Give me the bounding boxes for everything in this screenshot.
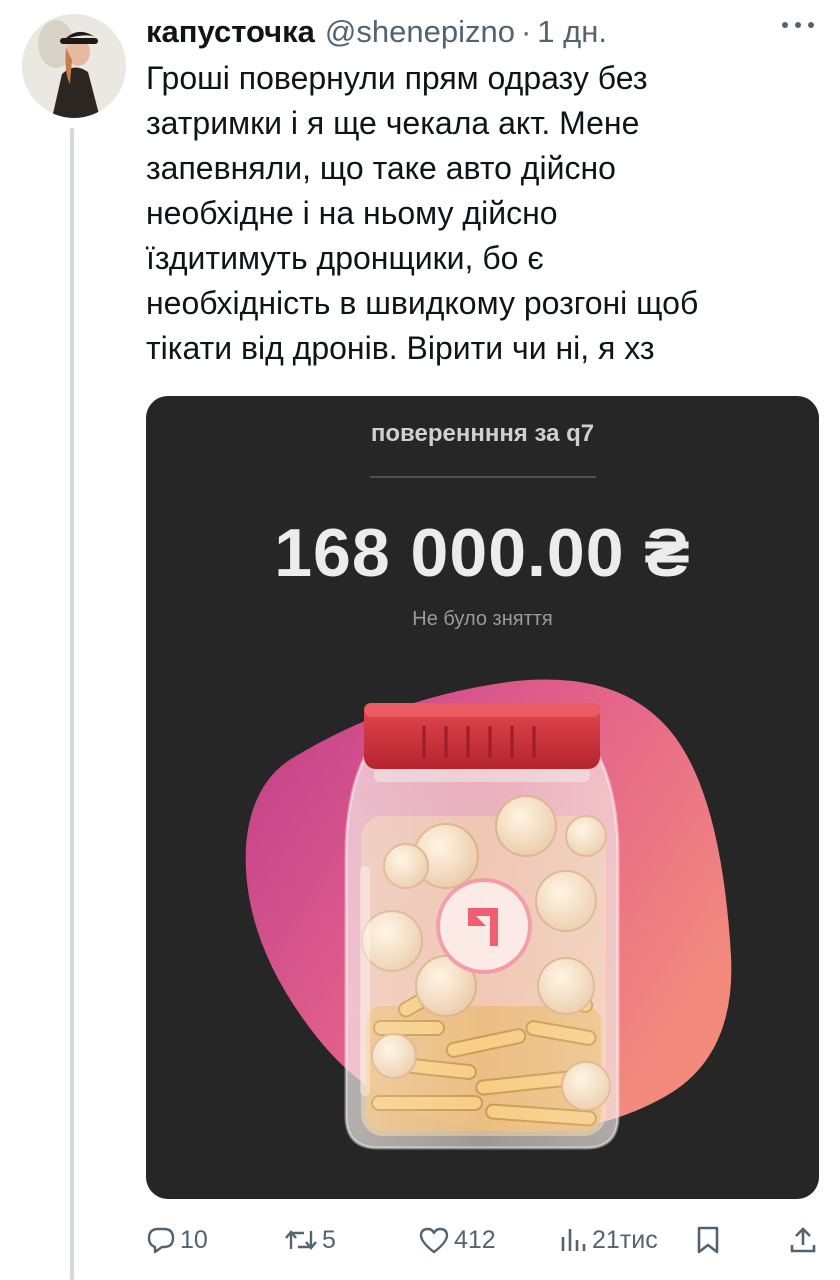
views-count: 21тис: [592, 1225, 658, 1254]
tweet-time[interactable]: 1 дн.: [537, 14, 607, 50]
share-button[interactable]: [788, 1218, 818, 1262]
author-handle[interactable]: @shenepizno: [325, 14, 515, 50]
tweet-text-line: необхідність в швидкому розгоні щоб: [146, 285, 699, 321]
tweet-actions: 10 5 412 21тис: [146, 1218, 826, 1262]
retweet-count: 5: [322, 1225, 336, 1254]
tweet-text-line: запевняли, що таке авто дійсно: [146, 150, 616, 186]
like-button[interactable]: 412: [418, 1218, 496, 1262]
tweet-text-line: їздитимуть дронщики, бо є: [146, 240, 544, 276]
like-count: 412: [454, 1225, 496, 1254]
author-name[interactable]: капусточка: [146, 14, 315, 50]
tweet-media-image[interactable]: повереннння за q7 168 000.00 ₴ Не було з…: [146, 396, 819, 1199]
reply-count: 10: [180, 1225, 208, 1254]
tweet-text-line: необхідне і на ньому дійсно: [146, 195, 558, 231]
tweet-text: Гроші повернули прям одразу без затримки…: [146, 56, 816, 371]
like-icon: [419, 1227, 449, 1254]
retweet-button[interactable]: 5: [284, 1218, 336, 1262]
reply-icon: [147, 1227, 175, 1254]
more-icon[interactable]: [782, 20, 814, 30]
tweet-text-line: затримки і я ще чекала акт. Мене: [146, 105, 640, 141]
reply-button[interactable]: 10: [146, 1218, 208, 1262]
views-icon: [561, 1229, 586, 1251]
tweet-text-line: тікати від дронів. Вірити чи ні, я хз: [146, 330, 655, 366]
retweet-icon: [285, 1230, 317, 1250]
bookmark-button[interactable]: [694, 1218, 722, 1262]
bookmark-icon: [697, 1226, 719, 1254]
tweet-header: капусточка @shenepizno · 1 дн.: [146, 12, 840, 52]
media-divider: [370, 476, 596, 478]
views-button[interactable]: 21тис: [558, 1218, 658, 1262]
media-amount: 168 000.00 ₴: [274, 515, 691, 591]
header-separator: ·: [520, 14, 532, 49]
share-icon: [790, 1227, 816, 1253]
thread-line: [70, 128, 74, 1280]
avatar[interactable]: [22, 14, 126, 118]
media-title: повереннння за q7: [370, 420, 595, 447]
media-subtitle: Не було зняття: [412, 608, 553, 630]
tweet-text-line: Гроші повернули прям одразу без: [146, 60, 648, 96]
